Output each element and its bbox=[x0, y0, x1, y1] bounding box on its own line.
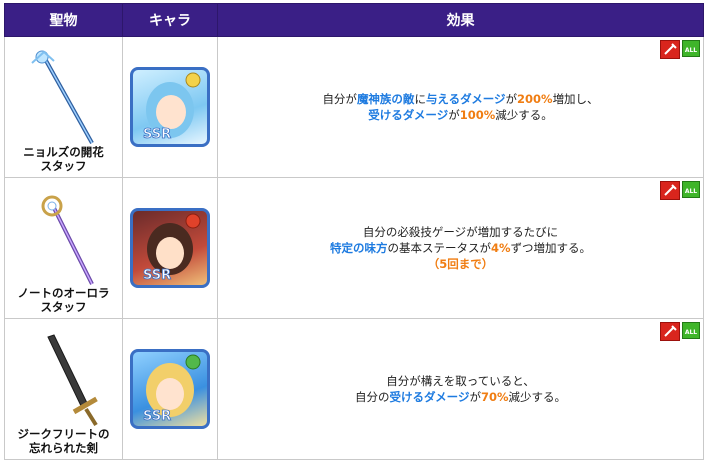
staff-icon bbox=[30, 50, 94, 144]
sword-badge-icon bbox=[660, 181, 680, 200]
chara-cell: SSR bbox=[122, 36, 218, 178]
table-row: ジークフリートの 忘れられた剣 SSR ALL 自分が構えを取っていると、 自分… bbox=[4, 318, 704, 460]
sword-badge-icon bbox=[660, 322, 680, 341]
item-name: ニョルズの開花 スタッフ bbox=[23, 145, 104, 173]
staff-icon bbox=[41, 195, 94, 285]
sword-icon bbox=[46, 334, 98, 427]
header-item: 聖物 bbox=[4, 3, 123, 37]
effect-text: 自分の必殺技ゲージが増加するたびに 特定の味方の基本ステータスが4%ずつ増加する… bbox=[329, 225, 592, 271]
item-cell: ノートのオーロラ スタッフ bbox=[4, 177, 123, 319]
sword-badge-icon bbox=[660, 40, 680, 59]
effect-cell: ALL 自分が構えを取っていると、 自分の受けるダメージが70%減少する。 bbox=[217, 318, 704, 460]
chara-cell: SSR bbox=[122, 177, 218, 319]
character-portrait[interactable]: SSR bbox=[130, 208, 210, 288]
chara-cell: SSR bbox=[122, 318, 218, 460]
item-name: ジークフリートの 忘れられた剣 bbox=[17, 427, 110, 455]
badge-group: ALL bbox=[660, 40, 700, 59]
relic-table: 聖物 キャラ 効果 ニョルズの開花 スタッフ SSR ALL 自分が魔神族の敵に… bbox=[4, 3, 704, 460]
character-art: SSR bbox=[143, 213, 201, 283]
character-art: SSR bbox=[143, 72, 201, 142]
ssr-emblem: SSR bbox=[143, 127, 171, 142]
effect-text: 自分が魔神族の敵に与えるダメージが200%増加し、 受けるダメージが100%減少… bbox=[322, 92, 599, 122]
effect-text: 自分が構えを取っていると、 自分の受けるダメージが70%減少する。 bbox=[355, 374, 566, 404]
item-cell: ジークフリートの 忘れられた剣 bbox=[4, 318, 123, 460]
character-art: SSR bbox=[143, 354, 201, 424]
ssr-emblem: SSR bbox=[143, 268, 171, 283]
all-target-icon: ALL bbox=[682, 181, 700, 198]
all-target-icon: ALL bbox=[682, 322, 700, 339]
effect-cell: ALL 自分の必殺技ゲージが増加するたびに 特定の味方の基本ステータスが4%ずつ… bbox=[217, 177, 704, 319]
item-cell: ニョルズの開花 スタッフ bbox=[4, 36, 123, 178]
table-row: ノートのオーロラ スタッフ SSR ALL 自分の必殺技ゲージが増加するたびに … bbox=[4, 177, 704, 319]
character-portrait[interactable]: SSR bbox=[130, 349, 210, 429]
header-chara: キャラ bbox=[122, 3, 218, 37]
header-effect: 効果 bbox=[217, 3, 704, 37]
effect-cell: ALL 自分が魔神族の敵に与えるダメージが200%増加し、 受けるダメージが10… bbox=[217, 36, 704, 178]
table-header: 聖物 キャラ 効果 bbox=[4, 3, 704, 37]
table-row: ニョルズの開花 スタッフ SSR ALL 自分が魔神族の敵に与えるダメージが20… bbox=[4, 36, 704, 178]
badge-group: ALL bbox=[660, 322, 700, 341]
badge-group: ALL bbox=[660, 181, 700, 200]
character-portrait[interactable]: SSR bbox=[130, 67, 210, 147]
ssr-emblem: SSR bbox=[143, 409, 171, 424]
item-name: ノートのオーロラ スタッフ bbox=[17, 286, 110, 314]
all-target-icon: ALL bbox=[682, 40, 700, 57]
